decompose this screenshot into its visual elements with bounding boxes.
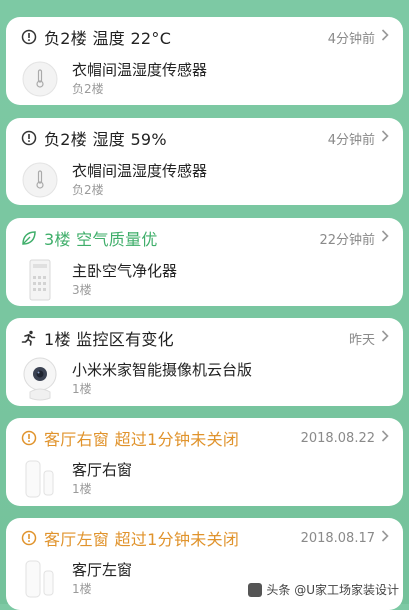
door-window-sensor-icon: [20, 556, 60, 602]
device-name: 客厅左窗: [72, 561, 133, 579]
card-body: 小米米家智能摄像机云台版 1楼: [20, 354, 389, 404]
card-header: 客厅左窗 超过1分钟未关闭 2018.08.17: [20, 526, 389, 550]
notification-card[interactable]: 3楼 空气质量优 22分钟前 主卧空气净化器 3楼: [6, 218, 403, 306]
chevron-right-icon: [381, 330, 389, 346]
device-location: 1楼: [72, 482, 92, 496]
notification-card[interactable]: 负2楼 湿度 59% 4分钟前 衣帽间温湿度传感器 负2楼: [6, 118, 403, 205]
notification-card[interactable]: 1楼 监控区有变化 昨天 小米米家智能摄像机云台版 1楼: [6, 318, 403, 406]
card-header: 1楼 监控区有变化 昨天: [20, 326, 389, 350]
thermometer-sensor-icon: [20, 157, 60, 203]
card-time: 2018.08.17: [301, 530, 389, 546]
card-header: 负2楼 湿度 59% 4分钟前: [20, 126, 389, 150]
card-time: 22分钟前: [319, 229, 389, 248]
card-time: 昨天: [349, 329, 389, 348]
alert-circle-icon: [20, 529, 38, 547]
device-name: 衣帽间温湿度传感器: [72, 162, 208, 180]
card-time: 4分钟前: [328, 28, 389, 47]
device-location: 1楼: [72, 582, 92, 596]
device-location: 负2楼: [72, 82, 104, 96]
leaf-icon: [20, 229, 38, 247]
device-location: 负2楼: [72, 183, 104, 197]
card-body: 主卧空气净化器 3楼: [20, 256, 389, 304]
thermometer-sensor-icon: [20, 56, 60, 102]
card-title: 1楼 监控区有变化: [44, 330, 174, 349]
running-person-icon: [20, 329, 38, 347]
watermark: 头条 @U家工场家装设计: [248, 581, 399, 598]
card-body: 衣帽间温湿度传感器 负2楼: [20, 55, 389, 103]
watermark-text: 头条 @U家工场家装设计: [266, 583, 399, 597]
device-location: 1楼: [72, 382, 92, 396]
chevron-right-icon: [381, 29, 389, 45]
card-title: 负2楼 温度 22°C: [44, 29, 172, 48]
alert-circle-icon: [20, 28, 38, 46]
card-title: 客厅左窗 超过1分钟未关闭: [44, 530, 240, 549]
chevron-right-icon: [381, 130, 389, 146]
alert-circle-icon: [20, 129, 38, 147]
notification-card[interactable]: 负2楼 温度 22°C 4分钟前 衣帽间温湿度传感器 负2楼: [6, 17, 403, 105]
device-name: 小米米家智能摄像机云台版: [72, 361, 253, 379]
card-title: 客厅右窗 超过1分钟未关闭: [44, 430, 240, 449]
card-time: 2018.08.22: [301, 430, 389, 446]
card-header: 负2楼 温度 22°C 4分钟前: [20, 25, 389, 49]
card-time: 4分钟前: [328, 129, 389, 148]
alert-circle-icon: [20, 429, 38, 447]
device-name: 主卧空气净化器: [72, 262, 178, 280]
card-title: 3楼 空气质量优: [44, 230, 158, 249]
toutiao-logo-icon: [248, 582, 263, 597]
notification-card[interactable]: 客厅右窗 超过1分钟未关闭 2018.08.22 客厅右窗 1楼: [6, 418, 403, 506]
card-header: 3楼 空气质量优 22分钟前: [20, 226, 389, 250]
chevron-right-icon: [381, 530, 389, 546]
card-body: 衣帽间温湿度传感器 负2楼: [20, 156, 389, 204]
device-location: 3楼: [72, 283, 92, 297]
camera-icon: [20, 356, 60, 402]
card-title: 负2楼 湿度 59%: [44, 130, 167, 149]
air-purifier-icon: [20, 257, 60, 303]
door-window-sensor-icon: [20, 456, 60, 502]
chevron-right-icon: [381, 230, 389, 246]
card-header: 客厅右窗 超过1分钟未关闭 2018.08.22: [20, 426, 389, 450]
chevron-right-icon: [381, 430, 389, 446]
device-name: 衣帽间温湿度传感器: [72, 61, 208, 79]
device-name: 客厅右窗: [72, 461, 133, 479]
card-body: 客厅右窗 1楼: [20, 454, 389, 504]
